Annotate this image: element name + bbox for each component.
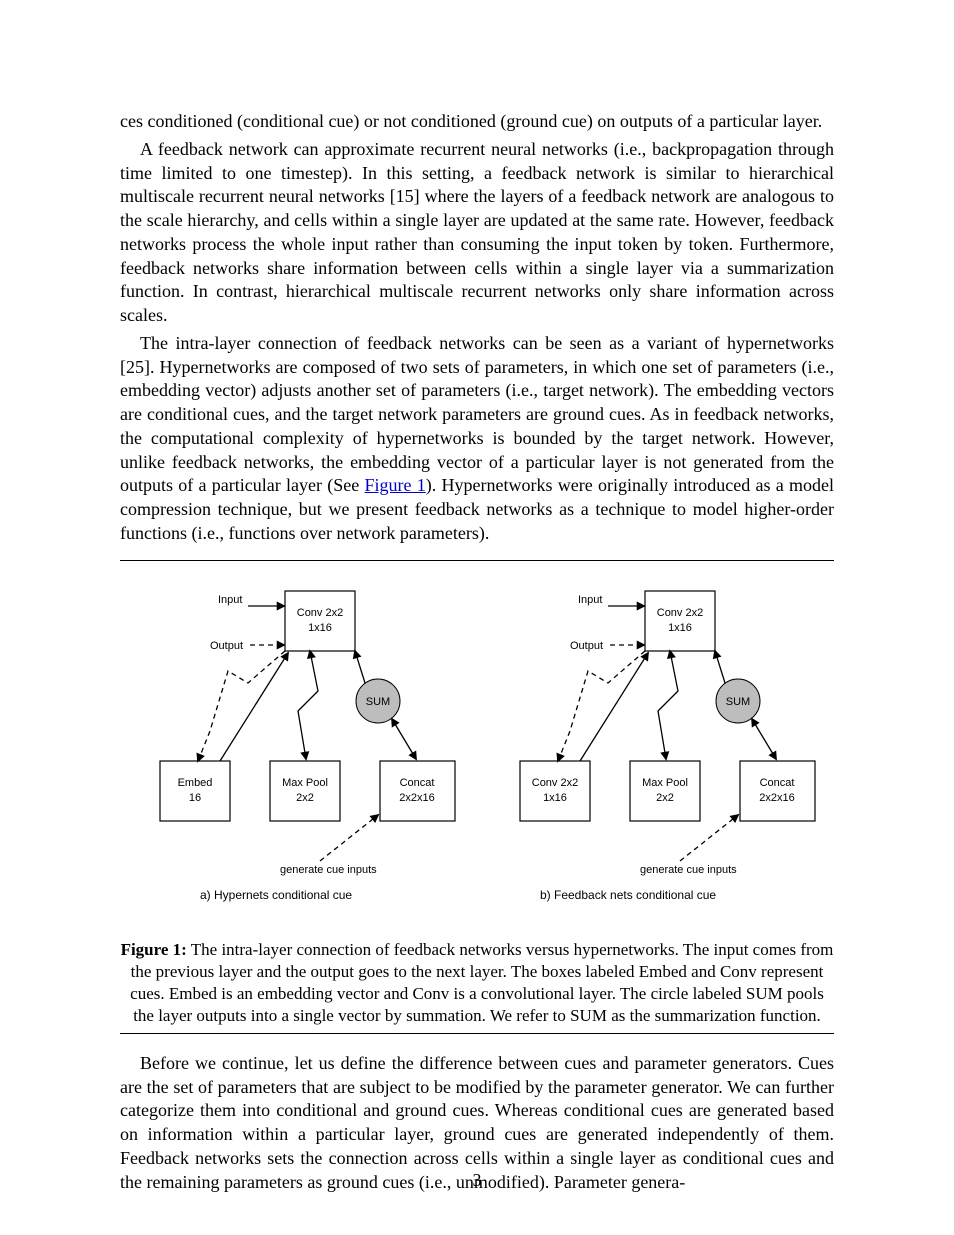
panel-a-conv-label-2: 1x16 <box>308 622 332 634</box>
paragraph-intro1: ces conditioned (conditional cue) or not… <box>120 110 834 134</box>
figure-block: Conv 2x2 1x16 Input Output SUM <box>120 560 834 1034</box>
figure-svg: Conv 2x2 1x16 Input Output SUM <box>120 571 840 931</box>
figure-caption: Figure 1: The intra-layer connection of … <box>120 939 834 1027</box>
panel-a-sum-to-concat <box>392 719 416 759</box>
panel-a-maxpool-box <box>270 761 340 821</box>
panel-b-concat-label-1: Concat <box>760 777 795 789</box>
body-text: ces conditioned (conditional cue) or not… <box>120 110 834 546</box>
panel-a-embed-label-2: 16 <box>189 792 201 804</box>
panel-b-maxpool-label-1: Max Pool <box>642 777 688 789</box>
panel-b-maxpool-label-2: 2x2 <box>656 792 674 804</box>
panel-b-maxpool-box <box>630 761 700 821</box>
panel-a-zig-embed <box>198 651 285 761</box>
figure-caption-bold: Figure 1: <box>121 940 187 959</box>
panel-a-conv-label-1: Conv 2x2 <box>297 607 343 619</box>
panel-a-conv-to-sum <box>355 651 365 683</box>
panel-b-conv-small-label-1: Conv 2x2 <box>532 777 578 789</box>
panel-a-embed-to-conv <box>220 653 288 761</box>
panel-b-zig-convsmall <box>558 651 645 761</box>
page: ces conditioned (conditional cue) or not… <box>0 0 954 1235</box>
paragraph-intro3: The intra-layer connection of feedback n… <box>120 332 834 546</box>
panel-b-conv-label-2: 1x16 <box>668 622 692 634</box>
panel-b-convsmall-to-conv <box>580 653 648 761</box>
panel-a-gencue-label: generate cue inputs <box>280 864 377 876</box>
panel-a-zig-maxpool <box>298 651 318 759</box>
panel-b-conv-to-sum <box>715 651 725 683</box>
panel-a-embed-box <box>160 761 230 821</box>
panel-a-concat-box <box>380 761 455 821</box>
panel-a-embed-label-1: Embed <box>178 777 213 789</box>
panel-b-conv-box <box>645 591 715 651</box>
panel-b-concat-box <box>740 761 815 821</box>
panel-b-conv-small-label-2: 1x16 <box>543 792 567 804</box>
panel-b-conv-small-box <box>520 761 590 821</box>
panel-a-maxpool-label-1: Max Pool <box>282 777 328 789</box>
panel-b-gencue-label: generate cue inputs <box>640 864 737 876</box>
panel-a-gencue-arrow <box>320 815 378 861</box>
panel-a: Conv 2x2 1x16 Input Output SUM <box>160 591 455 902</box>
panel-a-concat-label-1: Concat <box>400 777 435 789</box>
panel-a-input-label: Input <box>218 594 242 606</box>
figure-1-link[interactable]: Figure 1 <box>365 475 426 495</box>
panel-b-input-label: Input <box>578 594 602 606</box>
figure-caption-text: The intra-layer connection of feedback n… <box>130 940 833 1025</box>
panel-b-gencue-arrow <box>680 815 738 861</box>
page-number: 3 <box>0 1170 954 1191</box>
panel-b-output-label: Output <box>570 640 603 652</box>
panel-b-concat-label-2: 2x2x16 <box>759 792 794 804</box>
paragraph-intro3-text: The intra-layer connection of feedback n… <box>120 333 834 496</box>
panel-b-conv-label-1: Conv 2x2 <box>657 607 703 619</box>
panel-a-output-label: Output <box>210 640 243 652</box>
panel-b-sum-to-concat <box>752 719 776 759</box>
panel-b: Conv 2x2 1x16 Input Output SUM Conv 2x2 … <box>520 591 815 902</box>
figure-diagram: Conv 2x2 1x16 Input Output SUM <box>120 571 840 931</box>
panel-b-label: b) Feedback nets conditional cue <box>540 888 716 902</box>
paragraph-intro2: A feedback network can approximate recur… <box>120 138 834 328</box>
panel-a-label: a) Hypernets conditional cue <box>200 888 352 902</box>
panel-a-sum-label: SUM <box>366 696 390 708</box>
panel-b-sum-label: SUM <box>726 696 750 708</box>
panel-a-conv-box <box>285 591 355 651</box>
panel-b-zig-maxpool <box>658 651 678 759</box>
panel-a-maxpool-label-2: 2x2 <box>296 792 314 804</box>
panel-a-concat-label-2: 2x2x16 <box>399 792 434 804</box>
